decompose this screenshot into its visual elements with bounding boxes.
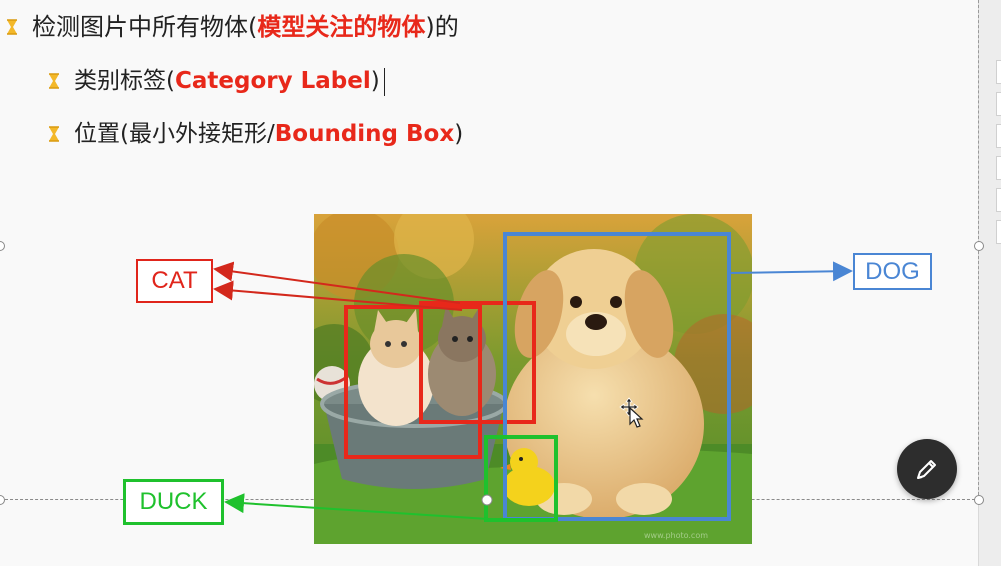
svg-text:www.photo.com: www.photo.com xyxy=(644,531,708,540)
cat-label[interactable]: CAT xyxy=(136,259,213,303)
duck-label[interactable]: DUCK xyxy=(123,479,224,525)
thumbnail-tab[interactable] xyxy=(996,220,1001,244)
resize-handle[interactable] xyxy=(974,495,984,505)
bullet-line-category-label[interactable]: 类别标签(Category Label) xyxy=(74,66,385,96)
pen-edit-button[interactable] xyxy=(897,439,957,499)
line-highlight: Category Label xyxy=(174,68,371,94)
line-text: )的 xyxy=(425,13,459,41)
pen-edit-icon xyxy=(917,460,936,479)
line-text: ) xyxy=(370,68,380,94)
line-text: 位置(最小外接矩形/ xyxy=(74,121,275,147)
hourglass-bullet-icon xyxy=(7,19,17,35)
hourglass-bullet-icon xyxy=(49,126,59,142)
resize-handle[interactable] xyxy=(974,241,984,251)
text-caret xyxy=(383,67,385,96)
thumbnail-tab[interactable] xyxy=(996,92,1001,116)
pets-photo[interactable]: www.photo.com xyxy=(314,214,752,544)
line-text: 类别标签( xyxy=(74,68,175,94)
line-text: 检测图片中所有物体( xyxy=(32,13,258,41)
thumbnail-tab[interactable] xyxy=(996,188,1001,212)
duck-label-text: DUCK xyxy=(139,488,208,515)
line-text: ) xyxy=(454,121,464,147)
slide-thumbnail-gutter xyxy=(978,0,1001,566)
bullet-line-detect-objects[interactable]: 检测图片中所有物体(模型关注的物体)的 xyxy=(32,12,459,42)
thumbnail-tab[interactable] xyxy=(996,124,1001,148)
line-highlight: Bounding Box xyxy=(274,121,455,147)
line-highlight: 模型关注的物体 xyxy=(257,13,426,41)
dog-label[interactable]: DOG xyxy=(853,253,932,290)
hourglass-bullet-icon xyxy=(49,73,59,89)
thumbnail-tab[interactable] xyxy=(996,156,1001,180)
bullet-line-bounding-box[interactable]: 位置(最小外接矩形/Bounding Box) xyxy=(74,119,463,149)
dog-label-text: DOG xyxy=(865,257,920,285)
cat-label-text: CAT xyxy=(151,267,198,294)
thumbnail-tab[interactable] xyxy=(996,60,1001,84)
